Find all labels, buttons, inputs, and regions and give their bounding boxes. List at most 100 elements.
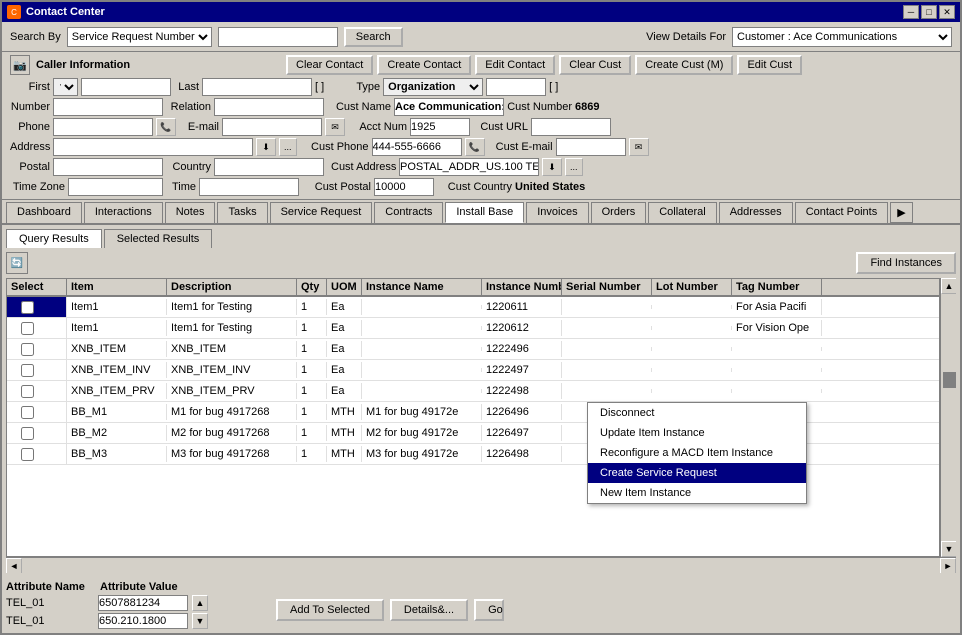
refresh-icon[interactable]: 🔄 <box>6 252 28 274</box>
attr-value-1-input[interactable] <box>98 595 188 611</box>
qty-cell: 1 <box>297 446 327 462</box>
view-details-select[interactable]: Customer : Ace Communications <box>732 27 952 47</box>
scroll-right-button[interactable]: ► <box>940 558 956 573</box>
qty-cell: 1 <box>297 383 327 399</box>
tab-contracts[interactable]: Contracts <box>374 202 443 223</box>
clear-cust-button[interactable]: Clear Cust <box>559 55 631 75</box>
attr-scroll-up[interactable]: ▲ <box>192 595 208 611</box>
last-input[interactable] <box>202 78 312 96</box>
cust-postal-input[interactable] <box>374 178 434 196</box>
tab-service-request[interactable]: Service Request <box>270 202 373 223</box>
tab-install-base[interactable]: Install Base <box>445 202 524 223</box>
email-input[interactable] <box>222 118 322 136</box>
relation-label: Relation <box>166 101 211 113</box>
search-button[interactable]: Search <box>344 27 403 47</box>
tab-addresses[interactable]: Addresses <box>719 202 793 223</box>
tab-tasks[interactable]: Tasks <box>217 202 267 223</box>
find-instances-button[interactable]: Find Instances <box>856 252 956 274</box>
context-reconfigure-macd[interactable]: Reconfigure a MACD Item Instance <box>588 443 806 463</box>
type-extra-input[interactable] <box>486 78 546 96</box>
search-input[interactable] <box>218 27 338 47</box>
serial-cell <box>562 368 652 372</box>
email-icon-button[interactable]: ✉ <box>325 118 345 136</box>
vertical-scrollbar[interactable]: ▲ ▼ <box>940 278 956 557</box>
context-create-service-request[interactable]: Create Service Request <box>588 463 806 483</box>
subtab-selected-results[interactable]: Selected Results <box>104 229 213 248</box>
first-title-select[interactable]: ▼ <box>53 78 78 96</box>
row-checkbox[interactable] <box>21 448 34 461</box>
attr-value-col-header: Attribute Value <box>100 581 178 593</box>
scroll-left-button[interactable]: ◄ <box>6 558 22 573</box>
row-checkbox[interactable] <box>21 406 34 419</box>
cust-url-input[interactable] <box>531 118 611 136</box>
search-by-select[interactable]: Service Request Number <box>67 27 212 47</box>
phone-icon-button[interactable]: 📞 <box>156 118 176 136</box>
tab-dashboard[interactable]: Dashboard <box>6 202 82 223</box>
inum-cell: 1222496 <box>482 341 562 357</box>
edit-cust-button[interactable]: Edit Cust <box>737 55 802 75</box>
inum-cell: 1222497 <box>482 362 562 378</box>
item-cell: BB_M1 <box>67 404 167 420</box>
create-cust-m-button[interactable]: Create Cust (M) <box>635 55 733 75</box>
number-input[interactable] <box>53 98 163 116</box>
context-new-item-instance[interactable]: New Item Instance <box>588 483 806 503</box>
context-disconnect[interactable]: Disconnect <box>588 403 806 423</box>
first-input[interactable] <box>81 78 171 96</box>
create-contact-button[interactable]: Create Contact <box>377 55 471 75</box>
scroll-up-button[interactable]: ▲ <box>941 278 956 294</box>
cust-phone-input[interactable] <box>372 138 462 156</box>
cust-address-icon-button[interactable]: ⬇ <box>542 158 562 176</box>
clear-contact-button[interactable]: Clear Contact <box>286 55 373 75</box>
cust-name-input[interactable] <box>394 98 504 116</box>
attr-value-2-input[interactable] <box>98 613 188 629</box>
row-checkbox[interactable] <box>21 343 34 356</box>
table-row[interactable]: Item1 Item1 for Testing 1 Ea 1220611 For… <box>7 297 939 318</box>
tab-overflow-button[interactable]: ▶ <box>890 202 912 223</box>
row-checkbox[interactable] <box>21 427 34 440</box>
add-to-selected-button[interactable]: Add To Selected <box>276 599 384 621</box>
acct-num-input[interactable] <box>410 118 470 136</box>
table-row[interactable]: XNB_ITEM_PRV XNB_ITEM_PRV 1 Ea 1222498 <box>7 381 939 402</box>
go-button[interactable]: Go <box>474 599 504 621</box>
cust-email-input[interactable] <box>556 138 626 156</box>
edit-contact-button[interactable]: Edit Contact <box>475 55 555 75</box>
tab-notes[interactable]: Notes <box>165 202 216 223</box>
cust-address-input[interactable] <box>399 158 539 176</box>
row-checkbox[interactable] <box>21 301 34 314</box>
tab-invoices[interactable]: Invoices <box>526 202 588 223</box>
postal-input[interactable] <box>53 158 163 176</box>
address-ellipsis-button[interactable]: ... <box>279 138 297 156</box>
tab-collateral[interactable]: Collateral <box>648 202 716 223</box>
attr-scroll-down[interactable]: ▼ <box>192 613 208 629</box>
context-update-item-instance[interactable]: Update Item Instance <box>588 423 806 443</box>
scroll-down-button[interactable]: ▼ <box>941 541 956 557</box>
person-icon <box>327 78 345 96</box>
relation-input[interactable] <box>214 98 324 116</box>
time-input[interactable] <box>199 178 299 196</box>
minimize-button[interactable]: ─ <box>903 5 919 19</box>
close-button[interactable]: ✕ <box>939 5 955 19</box>
table-row[interactable]: Item1 Item1 for Testing 1 Ea 1220612 For… <box>7 318 939 339</box>
maximize-button[interactable]: □ <box>921 5 937 19</box>
address-input[interactable] <box>53 138 253 156</box>
subtab-query-results[interactable]: Query Results <box>6 229 102 248</box>
tab-orders[interactable]: Orders <box>591 202 647 223</box>
time-zone-input[interactable] <box>68 178 163 196</box>
table-row[interactable]: XNB_ITEM_INV XNB_ITEM_INV 1 Ea 1222497 <box>7 360 939 381</box>
row-checkbox[interactable] <box>21 364 34 377</box>
cust-address-ellipsis-button[interactable]: ... <box>565 158 583 176</box>
type-select[interactable]: Organization <box>383 78 483 96</box>
row-checkbox[interactable] <box>21 322 34 335</box>
cust-phone-icon-button[interactable]: 📞 <box>465 138 485 156</box>
cust-email-icon-button[interactable]: ✉ <box>629 138 649 156</box>
country-input[interactable] <box>214 158 324 176</box>
desc-cell: XNB_ITEM_PRV <box>167 383 297 399</box>
phone-input[interactable] <box>53 118 153 136</box>
tab-interactions[interactable]: Interactions <box>84 202 163 223</box>
details-button[interactable]: Details&... <box>390 599 468 621</box>
table-row[interactable]: XNB_ITEM XNB_ITEM 1 Ea 1222496 <box>7 339 939 360</box>
address-icon-button[interactable]: ⬇ <box>256 138 276 156</box>
table-row[interactable]: BB_M1 M1 for bug 4917268 1 MTH M1 for bu… <box>7 402 939 423</box>
row-checkbox[interactable] <box>21 385 34 398</box>
tab-contact-points[interactable]: Contact Points <box>795 202 889 223</box>
